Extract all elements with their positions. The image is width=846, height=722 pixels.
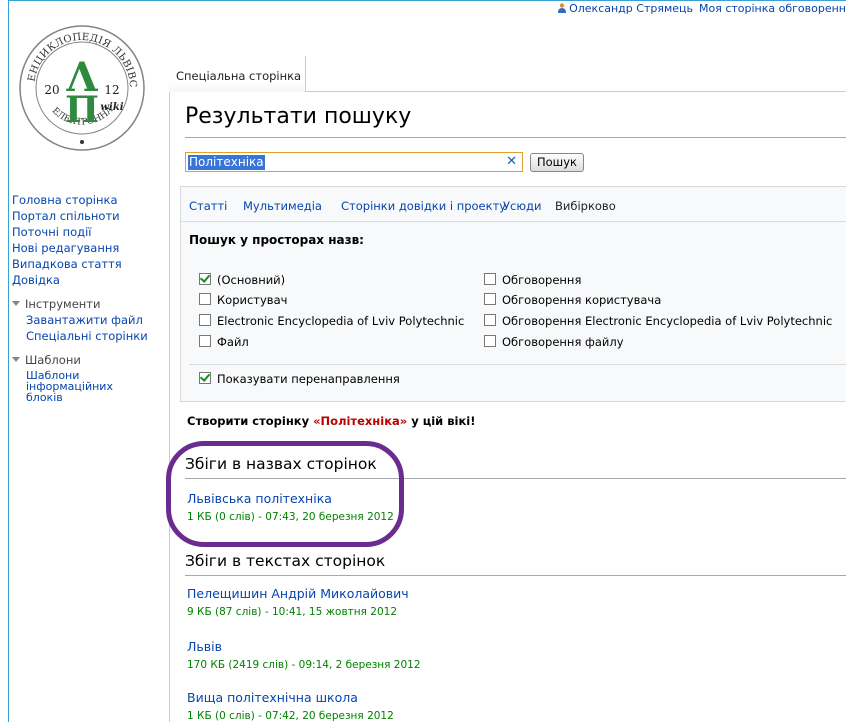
user-icon: [558, 3, 567, 13]
ns-label: (Основний): [217, 273, 286, 287]
site-logo[interactable]: ЕНЦИКЛОПЕДІЯ ЛЬВІВСЬКОЇ ПОЛІТЕХНІКИ ЕЛЕК…: [11, 13, 148, 154]
text-matches-heading: Збіги в текстах сторінок: [185, 552, 386, 570]
search-button[interactable]: Пошук: [530, 153, 584, 172]
ns-label: Користувач: [217, 293, 288, 307]
result-title[interactable]: Львів: [187, 639, 222, 654]
search-input[interactable]: Політехніка: [188, 155, 265, 170]
ns-main[interactable]: (Основний): [199, 272, 285, 288]
logo-emblem: ЕНЦИКЛОПЕДІЯ ЛЬВІВСЬКОЇ ПОЛІТЕХНІКИ ЕЛЕК…: [11, 13, 145, 151]
ns-project[interactable]: Electronic Encyclopedia of Lviv Polytech…: [199, 313, 464, 329]
create-suffix: у цій вікі!: [407, 414, 476, 428]
result-meta: 1 КБ (0 слів) - 07:42, 20 березня 2012: [187, 710, 394, 722]
title-matches-heading: Збіги в назвах сторінок: [185, 455, 377, 473]
ns-label: Обговорення файлу: [502, 335, 624, 349]
section-divider: [185, 478, 846, 479]
create-page-link[interactable]: «Політехніка»: [313, 414, 407, 428]
nav-upload-file[interactable]: Завантажити файл: [26, 312, 172, 328]
ns-label: Electronic Encyclopedia of Lviv Polytech…: [217, 314, 465, 328]
create-page-notice: Створити сторінку «Політехніка» у цій ві…: [187, 414, 475, 428]
checkbox[interactable]: [199, 293, 211, 305]
nav-recent-changes[interactable]: Нові редагування: [12, 240, 172, 256]
profile-articles[interactable]: Статті: [189, 199, 227, 213]
checkbox[interactable]: [199, 273, 211, 285]
section-divider: [185, 575, 846, 576]
ns-label: Обговорення: [502, 273, 582, 287]
profile-multimedia[interactable]: Мультимедіа: [243, 199, 322, 213]
checkbox[interactable]: [199, 372, 211, 384]
svg-text:12: 12: [104, 83, 119, 97]
checkbox[interactable]: [484, 293, 496, 305]
search-profiles: Статті Мультимедіа Сторінки довідки і пр…: [181, 187, 846, 222]
collapse-triangle-icon: [12, 301, 20, 306]
ns-talk[interactable]: Обговорення: [484, 272, 581, 288]
svg-text:wiki: wiki: [100, 102, 123, 113]
redirects-label: Показувати перенаправлення: [217, 372, 400, 386]
ns-label: Файл: [217, 335, 249, 349]
show-redirects[interactable]: Показувати перенаправлення: [199, 371, 400, 387]
svg-text:20: 20: [44, 83, 59, 97]
nav-current-events[interactable]: Поточні події: [12, 224, 172, 240]
ns-project-talk[interactable]: Обговорення Electronic Encyclopedia of L…: [484, 313, 832, 329]
search-box[interactable]: Політехніка ✕: [185, 152, 523, 172]
ns-file[interactable]: Файл: [199, 334, 249, 350]
checkbox[interactable]: [484, 335, 496, 347]
result-title[interactable]: Вища політехнічна школа: [187, 690, 358, 705]
ns-label: Обговорення користувача: [502, 293, 662, 307]
page-title: Результати пошуку: [185, 104, 412, 129]
nav-random-article[interactable]: Випадкова стаття: [12, 256, 172, 272]
tab-label: Спеціальна сторінка: [176, 69, 302, 83]
ns-user-talk[interactable]: Обговорення користувача: [484, 292, 661, 308]
checkbox[interactable]: [484, 314, 496, 326]
ns-file-talk[interactable]: Обговорення файлу: [484, 334, 624, 350]
my-talk-link[interactable]: Моя сторінка обговоренн: [699, 2, 846, 15]
profile-everywhere[interactable]: Усюди: [503, 199, 541, 213]
svg-text:П: П: [65, 89, 99, 131]
checkbox[interactable]: [199, 335, 211, 347]
checkbox[interactable]: [484, 273, 496, 285]
sidebar: Головна сторінка Портал спільноти Поточн…: [12, 192, 172, 403]
nav-help[interactable]: Довідка: [12, 272, 172, 288]
checkbox[interactable]: [199, 314, 211, 326]
create-prefix: Створити сторінку: [187, 414, 314, 428]
search-options-panel: Статті Мультимедіа Сторінки довідки і пр…: [180, 186, 846, 402]
nav-special-pages[interactable]: Спеціальні сторінки: [26, 328, 172, 344]
tools-toggle[interactable]: Інструменти: [12, 296, 172, 312]
result-title[interactable]: Пелещишин Андрій Миколайович: [187, 586, 409, 601]
personal-tools: Олександр Стрямець Моя сторінка обговорен…: [558, 2, 846, 15]
username-link[interactable]: Олександр Стрямець: [569, 2, 693, 15]
window-left-border: [8, 0, 9, 722]
collapse-triangle-icon: [12, 357, 20, 362]
tab-special-page[interactable]: Спеціальна сторінка: [169, 56, 306, 92]
result-meta: 1 КБ (0 слів) - 07:43, 20 березня 2012: [187, 511, 394, 523]
title-divider: [185, 137, 846, 138]
nav-community-portal[interactable]: Портал спільноти: [12, 208, 172, 224]
nav-main-page[interactable]: Головна сторінка: [12, 192, 172, 208]
result-meta: 170 КБ (2419 слів) - 09:14, 2 березня 20…: [187, 659, 421, 671]
templates-toggle[interactable]: Шаблони: [12, 352, 172, 368]
tools-label: Інструменти: [25, 297, 101, 311]
templates-label: Шаблони: [25, 353, 81, 367]
result-meta: 9 КБ (87 слів) - 10:41, 15 жовтня 2012: [187, 606, 398, 618]
ns-user[interactable]: Користувач: [199, 292, 287, 308]
result-title[interactable]: Львівська політехніка: [187, 491, 332, 506]
options-divider: [189, 364, 846, 365]
namespaces-title: Пошук у просторах назв:: [189, 233, 364, 247]
clear-icon[interactable]: ✕: [506, 154, 517, 169]
profile-help-pages[interactable]: Сторінки довідки і проекту: [341, 199, 506, 213]
nav-infobox-templates[interactable]: Шаблони інформаційних блоків: [26, 370, 113, 403]
profile-advanced[interactable]: Вибірково: [555, 199, 616, 213]
ns-label: Обговорення Electronic Encyclopedia of L…: [502, 314, 833, 328]
